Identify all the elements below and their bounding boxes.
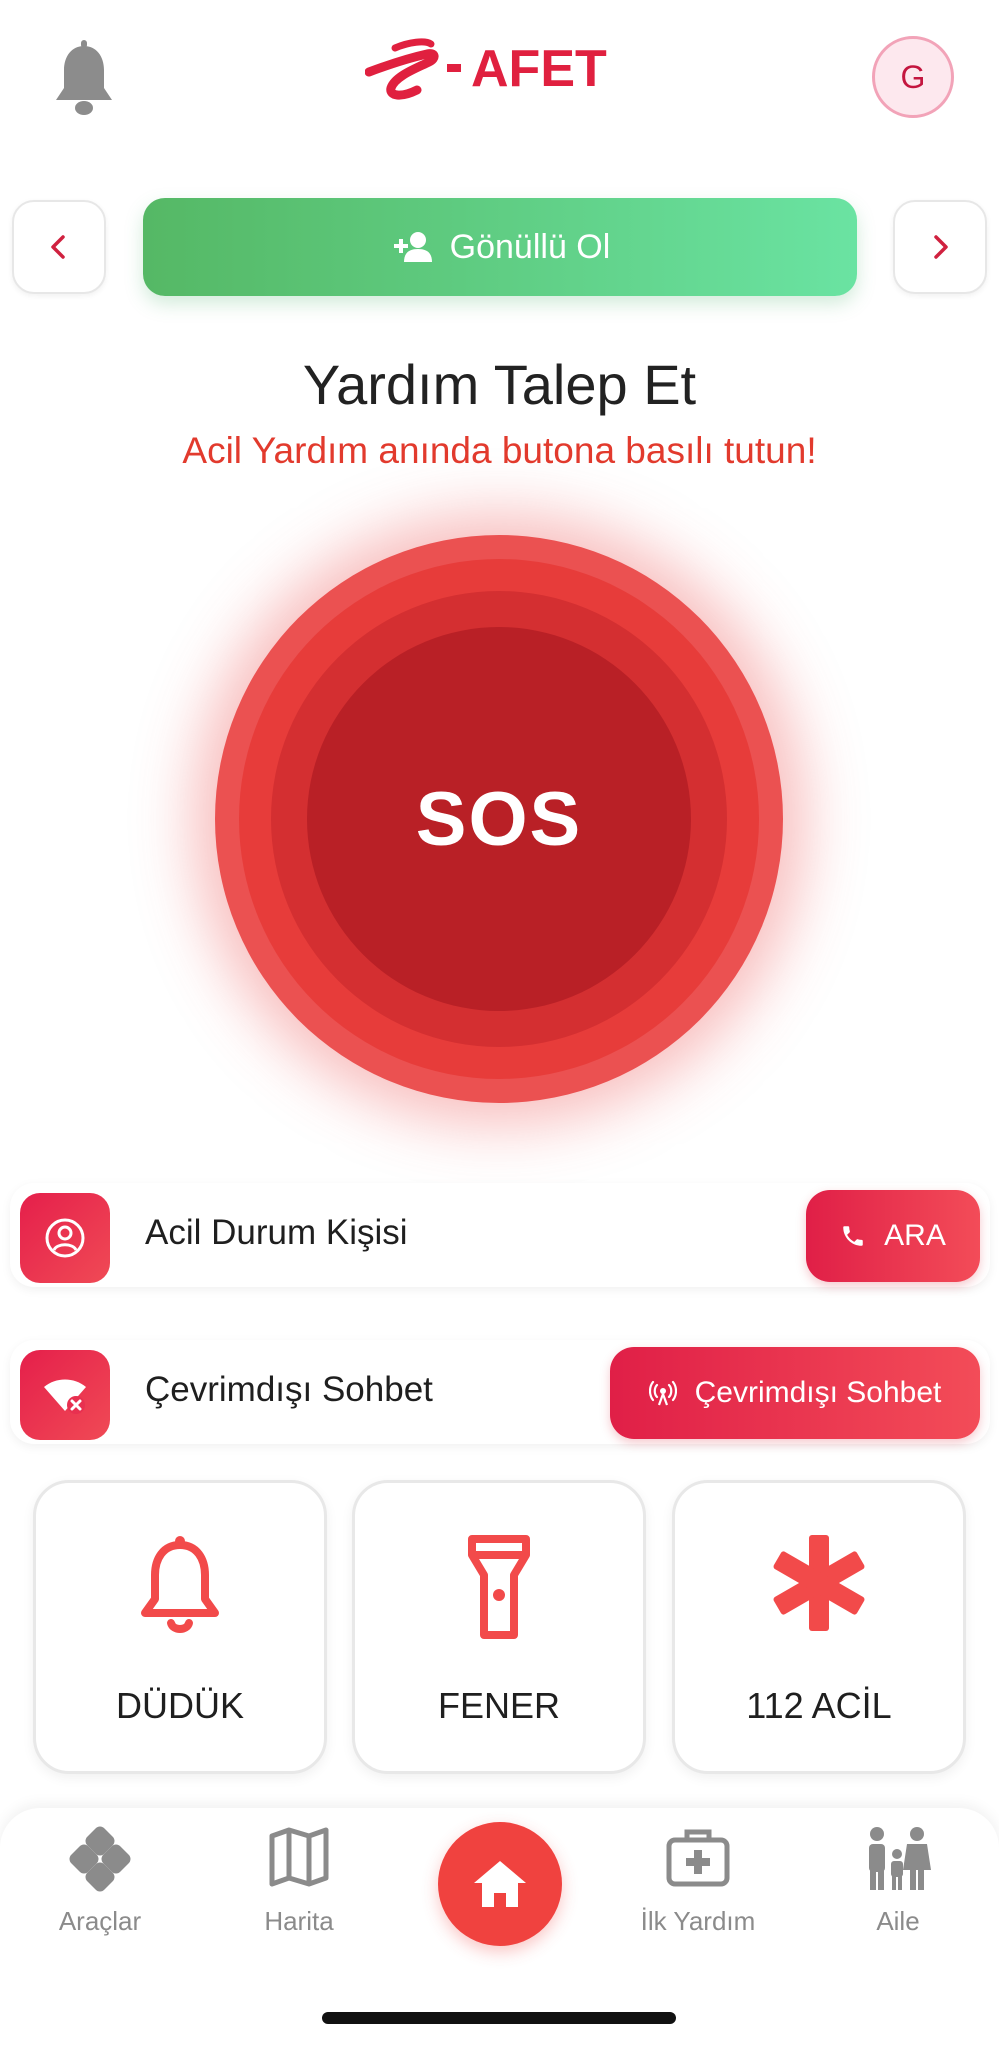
family-icon	[869, 1827, 931, 1890]
nav-map[interactable]: Harita	[219, 1826, 379, 1946]
page-title: Yardım Talep Et	[302, 353, 697, 416]
whistle-tile[interactable]: DÜDÜK	[33, 1480, 327, 1774]
sos-core: SOS	[307, 627, 691, 1011]
e-afet-logo: AFET	[364, 36, 655, 106]
nav-map-label: Harita	[264, 1906, 334, 1936]
whistle-label: DÜDÜK	[115, 1685, 244, 1726]
carousel-next-button[interactable]	[893, 200, 987, 294]
nav-home-button[interactable]	[438, 1822, 562, 1946]
volunteer-label: Gönüllü Ol	[449, 227, 611, 266]
home-icon	[474, 1861, 526, 1907]
wifi-off-icon	[20, 1350, 110, 1440]
person-circle-icon	[20, 1193, 110, 1283]
emergency-112-label: 112 ACİL	[746, 1685, 892, 1726]
broadcast-icon	[648, 1380, 677, 1406]
flashlight-icon	[468, 1535, 530, 1639]
avatar[interactable]: G	[872, 36, 954, 118]
emergency-112-tile[interactable]: 112 ACİL	[672, 1480, 966, 1774]
add-person-icon	[393, 232, 432, 262]
sos-label: SOS	[415, 776, 583, 862]
nav-family[interactable]: Aile	[818, 1826, 978, 1946]
home-indicator[interactable]	[322, 2012, 676, 2024]
nav-tools-label: Araçlar	[58, 1906, 142, 1936]
volunteer-button[interactable]: Gönüllü Ol	[143, 198, 857, 296]
page-subtitle: Acil Yardım anında butona basılı tutun!	[182, 430, 817, 471]
flashlight-tile[interactable]: FENER	[352, 1480, 646, 1774]
first-aid-icon	[666, 1829, 730, 1887]
nav-first-aid[interactable]: İlk Yardım	[618, 1826, 778, 1946]
nav-family-label: Aile	[876, 1906, 920, 1936]
flashlight-label: FENER	[437, 1685, 560, 1726]
chevron-left-icon	[51, 235, 65, 259]
offline-chat-button-label: Çevrimdışı Sohbet	[694, 1376, 942, 1409]
asterisk-icon	[773, 1535, 865, 1631]
chevron-right-icon	[934, 235, 948, 259]
sos-button[interactable]: SOS	[215, 535, 783, 1103]
phone-icon	[843, 1226, 863, 1246]
logo-text: AFET	[471, 40, 607, 98]
avatar-initial: G	[900, 58, 926, 95]
offline-chat-row: Çevrimdışı Sohbet Çevrimdışı Sohbet	[10, 1340, 990, 1444]
nav-tools[interactable]: Araçlar	[20, 1826, 180, 1946]
offline-chat-label: Çevrimdışı Sohbet	[145, 1370, 433, 1409]
tools-icon	[69, 1826, 131, 1892]
emergency-contact-row: Acil Durum Kişisi ARA	[10, 1183, 990, 1287]
carousel-prev-button[interactable]	[12, 200, 106, 294]
offline-chat-button[interactable]: Çevrimdışı Sohbet	[610, 1347, 980, 1439]
map-icon	[269, 1827, 329, 1887]
emergency-contact-label: Acil Durum Kişisi	[145, 1213, 408, 1252]
nav-first-aid-label: İlk Yardım	[640, 1906, 756, 1936]
call-button[interactable]: ARA	[806, 1190, 980, 1282]
notification-bell-icon[interactable]	[52, 40, 116, 120]
call-button-label: ARA	[884, 1219, 946, 1252]
bell-icon	[141, 1536, 219, 1633]
